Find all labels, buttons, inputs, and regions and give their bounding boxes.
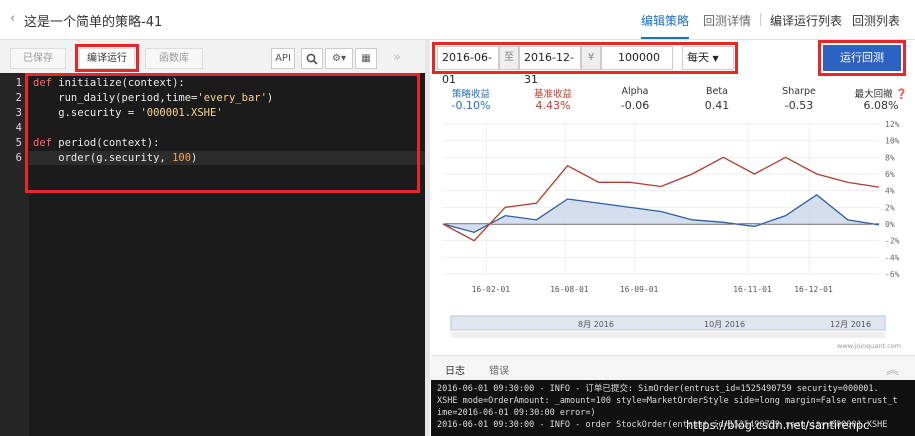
navigator-label: 8月 2016: [578, 320, 614, 329]
expand-icon[interactable]: ︽: [886, 359, 899, 378]
metric-label: Beta: [706, 86, 728, 97]
line-number: 5: [15, 137, 22, 149]
nav-backtest-detail[interactable]: 回测详情: [703, 12, 751, 29]
highlight-box: [75, 44, 139, 72]
metric-label: Sharpe: [782, 86, 816, 97]
y-tick-label: -2%: [885, 237, 900, 246]
y-tick-label: 4%: [885, 187, 895, 196]
x-tick-label: 16-12-01: [794, 285, 833, 294]
metric-label: 最大回撤 ❓: [854, 89, 908, 100]
page-title: 这是一个简单的策略-41: [24, 15, 163, 30]
tab-errors[interactable]: 错误: [489, 362, 509, 377]
nav-edit-strategy[interactable]: 编辑策略: [641, 12, 689, 29]
nav-backtest-list[interactable]: 回测列表: [852, 12, 900, 29]
x-tick-label: 16-11-01: [733, 285, 772, 294]
highlight-box: [25, 73, 420, 193]
collapse-icon[interactable]: »: [393, 50, 401, 65]
y-tick-label: -4%: [885, 253, 900, 262]
metric-value: -0.06: [620, 99, 650, 112]
y-tick-label: 8%: [885, 153, 895, 162]
line-number: 2: [15, 92, 22, 104]
tab-saved[interactable]: 已保存: [10, 48, 66, 69]
x-tick-label: 16-09-01: [620, 285, 659, 294]
line-number: 1: [15, 77, 22, 89]
keyboard-icon[interactable]: ▦: [355, 48, 377, 69]
strategy-area: [443, 194, 879, 233]
log-line: XSHE mode=OrderAmount: _amount=100 style…: [437, 396, 898, 406]
metric-value: 0.41: [704, 99, 730, 112]
gear-icon[interactable]: ⚙▾: [325, 48, 353, 69]
search-icon[interactable]: [301, 48, 323, 69]
metric-value: -0.10%: [451, 99, 491, 112]
navigator-label: 12月 2016: [830, 320, 871, 329]
y-tick-label: 2%: [885, 203, 895, 212]
line-number: 4: [15, 122, 22, 134]
tab-function-lib[interactable]: 函数库: [145, 48, 203, 69]
back-icon[interactable]: ‹: [10, 11, 15, 26]
metric-value: -0.53: [784, 99, 814, 112]
chart-credit: www.joinquant.com: [837, 342, 901, 350]
metric-label: 基准收益: [533, 89, 572, 100]
x-tick-label: 16-02-01: [472, 285, 511, 294]
highlight-box: [432, 42, 738, 74]
nav-divider: [760, 13, 761, 26]
metric-label: 策略收益: [451, 89, 490, 100]
y-tick-label: 0%: [885, 220, 895, 229]
log-tabs: 日志 错误 ︽: [431, 355, 915, 380]
navigator-bar: [450, 315, 886, 331]
nav-compile-list[interactable]: 编译运行列表: [770, 12, 842, 29]
y-tick-label: 12%: [885, 120, 900, 129]
api-button[interactable]: API: [271, 48, 295, 69]
metric-value: 4.43%: [535, 99, 571, 112]
y-tick-label: 10%: [885, 137, 900, 146]
highlight-box: [818, 40, 906, 76]
log-line: 2016-06-01 09:30:00 - INFO - 订单已提交: SimO…: [437, 384, 879, 394]
nav-active-underline: [641, 37, 689, 39]
y-tick-label: 6%: [885, 170, 895, 179]
x-tick-label: 16-08-01: [550, 285, 589, 294]
metric-value: 6.08%: [863, 99, 899, 112]
returns-chart: 12% 10% 8% 6% 4% 2% 0% -2% -4% -6% 16-02-01 16-08-0…: [442, 120, 901, 350]
line-number: 3: [15, 107, 22, 119]
tab-log[interactable]: 日志: [445, 362, 465, 377]
watermark: https://blog.csdn.net/santirenpc: [686, 418, 870, 432]
y-tick-label: -6%: [885, 270, 900, 279]
metric-label: Alpha: [621, 86, 649, 97]
navigator-scrollbar: [451, 332, 885, 338]
line-number: 6: [15, 152, 22, 164]
navigator-label: 10月 2016: [704, 320, 745, 329]
